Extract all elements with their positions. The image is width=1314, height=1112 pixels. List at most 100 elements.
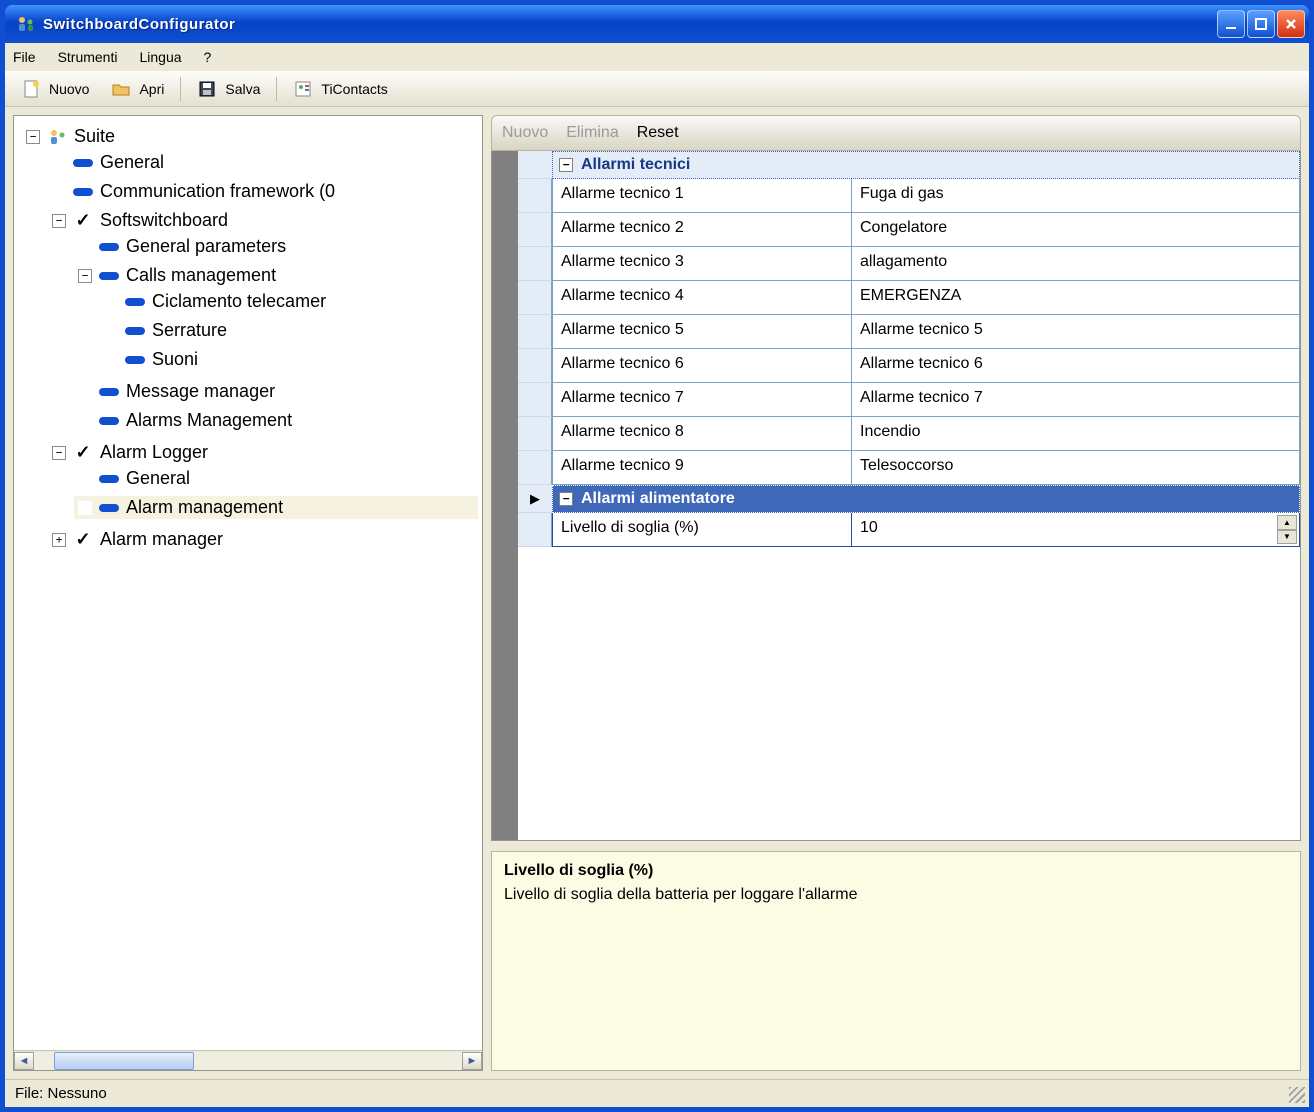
maximize-button[interactable] xyxy=(1247,10,1275,38)
collapse-icon[interactable]: − xyxy=(559,158,573,172)
category-allarmi-tecnici[interactable]: − Allarmi tecnici xyxy=(552,151,1300,179)
property-key: Allarme tecnico 5 xyxy=(552,315,852,349)
collapse-icon[interactable]: − xyxy=(52,214,66,228)
close-button[interactable] xyxy=(1277,10,1305,38)
help-text: Livello di soglia della batteria per log… xyxy=(504,886,1288,904)
help-pane: Livello di soglia (%) Livello di soglia … xyxy=(491,851,1301,1071)
collapse-icon[interactable]: − xyxy=(26,130,40,144)
scroll-right-button[interactable]: ► xyxy=(462,1052,482,1070)
property-row[interactable]: Allarme tecnico 8Incendio xyxy=(518,417,1300,451)
property-value[interactable]: Congelatore xyxy=(852,213,1300,247)
property-row[interactable]: Allarme tecnico 6Allarme tecnico 6 xyxy=(518,349,1300,383)
tree-node-comm-framework[interactable]: Communication framework (0 xyxy=(48,180,478,203)
tree-node-alarm-logger[interactable]: −Alarm Logger xyxy=(48,441,478,464)
tree-node-alarm-manager[interactable]: +Alarm manager xyxy=(48,528,478,551)
property-value[interactable]: Allarme tecnico 5 xyxy=(852,315,1300,349)
property-key: Allarme tecnico 6 xyxy=(552,349,852,383)
tree-node-softswitchboard[interactable]: −Softswitchboard xyxy=(48,209,478,232)
property-row[interactable]: Allarme tecnico 5Allarme tecnico 5 xyxy=(518,315,1300,349)
property-row[interactable]: Allarme tecnico 3allagamento xyxy=(518,247,1300,281)
item-icon xyxy=(124,323,146,339)
property-value[interactable]: Telesoccorso xyxy=(852,451,1300,485)
tree-node-general-parameters[interactable]: General parameters xyxy=(74,235,478,258)
tree-node-serrature[interactable]: Serrature xyxy=(100,319,478,342)
tree-node-al-general[interactable]: General xyxy=(74,467,478,490)
property-value-threshold[interactable]: 10 ▲ ▼ xyxy=(852,513,1300,547)
row-selector-icon: ▶ xyxy=(518,485,552,513)
grid-gutter xyxy=(492,151,518,840)
tree-node-alarm-management[interactable]: Alarm management xyxy=(74,496,478,519)
details-delete-button: Elimina xyxy=(566,124,618,142)
tree-node-ciclamento[interactable]: Ciclamento telecamer xyxy=(100,290,478,313)
property-key: Allarme tecnico 9 xyxy=(552,451,852,485)
help-title: Livello di soglia (%) xyxy=(504,862,1288,880)
tree-node-message-manager[interactable]: Message manager xyxy=(74,380,478,403)
item-icon xyxy=(72,184,94,200)
details-reset-button[interactable]: Reset xyxy=(637,124,679,142)
toolbar-new-button[interactable]: Nuovo xyxy=(11,75,99,103)
check-icon xyxy=(72,532,94,548)
item-icon xyxy=(98,413,120,429)
resize-grip-icon[interactable] xyxy=(1289,1087,1305,1103)
status-bar: File: Nessuno xyxy=(5,1079,1309,1107)
item-icon xyxy=(124,352,146,368)
property-row[interactable]: Allarme tecnico 9Telesoccorso xyxy=(518,451,1300,485)
property-key: Allarme tecnico 7 xyxy=(552,383,852,417)
title-bar: SwitchboardConfigurator xyxy=(5,5,1309,43)
menu-tools[interactable]: Strumenti xyxy=(58,49,118,65)
details-pane: Nuovo Elimina Reset − Allarmi tecnici Al… xyxy=(491,115,1301,1071)
tree-node-suite[interactable]: − Suite xyxy=(22,125,478,148)
expand-icon[interactable]: + xyxy=(52,533,66,547)
tree-node-general[interactable]: General xyxy=(48,151,478,174)
contacts-icon xyxy=(293,79,313,99)
tree-node-calls-management[interactable]: −Calls management xyxy=(74,264,478,287)
menu-help[interactable]: ? xyxy=(204,49,212,65)
property-row[interactable]: Allarme tecnico 2Congelatore xyxy=(518,213,1300,247)
toolbar-open-button[interactable]: Apri xyxy=(101,75,174,103)
config-tree[interactable]: − Suite General Communication framework … xyxy=(14,116,482,1050)
collapse-icon[interactable]: − xyxy=(52,446,66,460)
property-value[interactable]: allagamento xyxy=(852,247,1300,281)
property-grid: − Allarmi tecnici Allarme tecnico 1Fuga … xyxy=(491,151,1301,841)
main-body: − Suite General Communication framework … xyxy=(5,107,1309,1079)
property-key: Allarme tecnico 4 xyxy=(552,281,852,315)
tree-horizontal-scrollbar[interactable]: ◄ ► xyxy=(14,1050,482,1070)
spinner-control[interactable]: ▲ ▼ xyxy=(1277,515,1297,544)
property-value[interactable]: Allarme tecnico 6 xyxy=(852,349,1300,383)
menu-language[interactable]: Lingua xyxy=(139,49,181,65)
property-value[interactable]: EMERGENZA xyxy=(852,281,1300,315)
toolbar-save-button[interactable]: Salva xyxy=(187,75,270,103)
property-row[interactable]: Allarme tecnico 7Allarme tecnico 7 xyxy=(518,383,1300,417)
property-value[interactable]: Fuga di gas xyxy=(852,179,1300,213)
item-icon xyxy=(98,500,120,516)
tree-node-alarms-management[interactable]: Alarms Management xyxy=(74,409,478,432)
property-row[interactable]: Allarme tecnico 1Fuga di gas xyxy=(518,179,1300,213)
property-value[interactable]: Allarme tecnico 7 xyxy=(852,383,1300,417)
collapse-icon[interactable]: − xyxy=(559,492,573,506)
item-icon xyxy=(98,384,120,400)
property-row-threshold[interactable]: Livello di soglia (%) 10 ▲ ▼ xyxy=(518,513,1300,547)
category-allarmi-alimentatore[interactable]: − Allarmi alimentatore xyxy=(552,485,1300,513)
tree-node-suoni[interactable]: Suoni xyxy=(100,348,478,371)
toolbar-separator xyxy=(180,77,181,101)
new-file-icon xyxy=(21,79,41,99)
item-icon xyxy=(98,268,120,284)
property-value[interactable]: Incendio xyxy=(852,417,1300,451)
toolbar-separator xyxy=(276,77,277,101)
check-icon xyxy=(72,213,94,229)
app-icon xyxy=(15,14,35,34)
scrollbar-track[interactable] xyxy=(34,1052,462,1070)
scrollbar-thumb[interactable] xyxy=(54,1052,194,1070)
property-row[interactable]: Allarme tecnico 4EMERGENZA xyxy=(518,281,1300,315)
minimize-button[interactable] xyxy=(1217,10,1245,38)
toolbar-ticontacts-button[interactable]: TiContacts xyxy=(283,75,397,103)
suite-icon xyxy=(46,129,68,145)
property-key: Allarme tecnico 2 xyxy=(552,213,852,247)
collapse-icon[interactable]: − xyxy=(78,269,92,283)
spinner-up-icon[interactable]: ▲ xyxy=(1277,515,1297,530)
spinner-down-icon[interactable]: ▼ xyxy=(1277,530,1297,545)
floppy-disk-icon xyxy=(197,79,217,99)
menu-file[interactable]: File xyxy=(13,49,36,65)
app-window: SwitchboardConfigurator File Strumenti L… xyxy=(5,5,1309,1107)
scroll-left-button[interactable]: ◄ xyxy=(14,1052,34,1070)
